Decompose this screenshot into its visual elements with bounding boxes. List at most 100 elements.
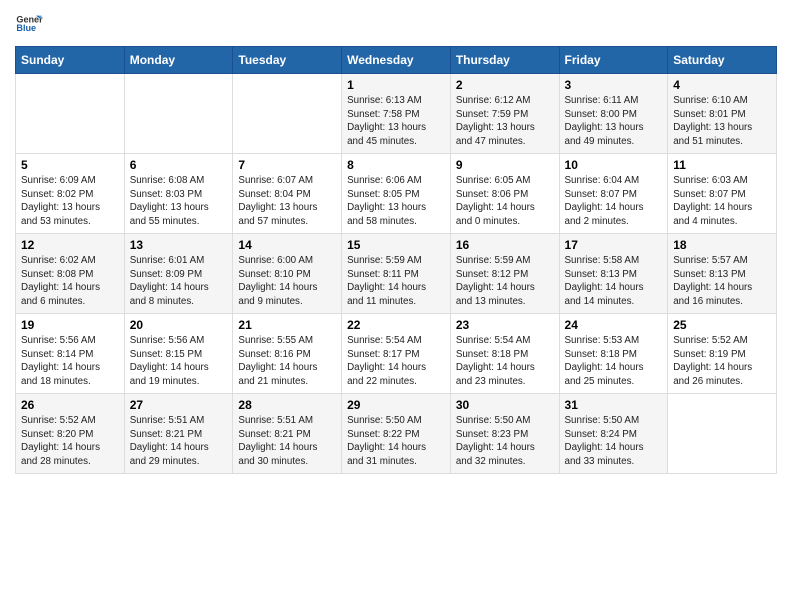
- calendar-cell: [16, 74, 125, 154]
- calendar-cell: 18Sunrise: 5:57 AMSunset: 8:13 PMDayligh…: [668, 234, 777, 314]
- day-info: Sunrise: 5:54 AMSunset: 8:18 PMDaylight:…: [456, 334, 554, 389]
- header-thursday: Thursday: [450, 47, 559, 74]
- day-info: Sunrise: 5:50 AMSunset: 8:22 PMDaylight:…: [347, 414, 445, 469]
- day-info: Sunrise: 6:02 AMSunset: 8:08 PMDaylight:…: [21, 254, 119, 309]
- day-info: Sunrise: 5:53 AMSunset: 8:18 PMDaylight:…: [565, 334, 663, 389]
- calendar-cell: 8Sunrise: 6:06 AMSunset: 8:05 PMDaylight…: [342, 154, 451, 234]
- week-row-3: 12 Sunrise: 6:02 AMSunset: 8:08 PMDayligh…: [16, 234, 777, 314]
- svg-text:Blue: Blue: [16, 23, 36, 33]
- calendar-cell: 10 Sunrise: 6:04 AMSunset: 8:07 PMDayligh…: [559, 154, 668, 234]
- calendar-header: SundayMondayTuesdayWednesdayThursdayFrid…: [16, 47, 777, 74]
- day-number: 19: [21, 318, 119, 332]
- header-row: SundayMondayTuesdayWednesdayThursdayFrid…: [16, 47, 777, 74]
- day-number: 17: [565, 238, 663, 252]
- week-row-5: 26 Sunrise: 5:52 AMSunset: 8:20 PMDayligh…: [16, 394, 777, 474]
- calendar-cell: 1Sunrise: 6:13 AMSunset: 7:58 PMDaylight…: [342, 74, 451, 154]
- calendar-cell: 6 Sunrise: 6:08 AMSunset: 8:03 PMDaylight…: [124, 154, 233, 234]
- calendar-cell: 26 Sunrise: 5:52 AMSunset: 8:20 PMDayligh…: [16, 394, 125, 474]
- day-info: Sunrise: 5:54 AMSunset: 8:17 PMDaylight:…: [347, 334, 445, 389]
- day-number: 29: [347, 398, 445, 412]
- day-info: Sunrise: 6:04 AMSunset: 8:07 PMDaylight:…: [565, 174, 663, 229]
- calendar-cell: 23 Sunrise: 5:54 AMSunset: 8:18 PMDayligh…: [450, 314, 559, 394]
- calendar-cell: 7 Sunrise: 6:07 AMSunset: 8:04 PMDaylight…: [233, 154, 342, 234]
- day-info: Sunrise: 5:56 AMSunset: 8:15 PMDaylight:…: [130, 334, 228, 389]
- day-info: Sunrise: 5:55 AMSunset: 8:16 PMDaylight:…: [238, 334, 336, 389]
- day-number: 28: [238, 398, 336, 412]
- calendar-cell: 31Sunrise: 5:50 AMSunset: 8:24 PMDayligh…: [559, 394, 668, 474]
- day-info: Sunrise: 6:09 AMSunset: 8:02 PMDaylight:…: [21, 174, 119, 229]
- calendar-table: SundayMondayTuesdayWednesdayThursdayFrid…: [15, 46, 777, 474]
- day-info: Sunrise: 5:59 AMSunset: 8:11 PMDaylight:…: [347, 254, 445, 309]
- day-info: Sunrise: 6:00 AMSunset: 8:10 PMDaylight:…: [238, 254, 336, 309]
- calendar-cell: 19 Sunrise: 5:56 AMSunset: 8:14 PMDayligh…: [16, 314, 125, 394]
- day-info: Sunrise: 5:50 AMSunset: 8:23 PMDaylight:…: [456, 414, 554, 469]
- calendar-cell: 30 Sunrise: 5:50 AMSunset: 8:23 PMDayligh…: [450, 394, 559, 474]
- day-number: 20: [130, 318, 228, 332]
- calendar-cell: 27 Sunrise: 5:51 AMSunset: 8:21 PMDayligh…: [124, 394, 233, 474]
- day-number: 26: [21, 398, 119, 412]
- day-info: Sunrise: 5:52 AMSunset: 8:19 PMDaylight:…: [673, 334, 771, 389]
- day-info: Sunrise: 6:03 AMSunset: 8:07 PMDaylight:…: [673, 174, 771, 229]
- day-info: Sunrise: 6:12 AMSunset: 7:59 PMDaylight:…: [456, 94, 554, 149]
- calendar-cell: 11 Sunrise: 6:03 AMSunset: 8:07 PMDayligh…: [668, 154, 777, 234]
- header-friday: Friday: [559, 47, 668, 74]
- day-number: 18: [673, 238, 771, 252]
- calendar-cell: 21 Sunrise: 5:55 AMSunset: 8:16 PMDayligh…: [233, 314, 342, 394]
- calendar-cell: 13Sunrise: 6:01 AMSunset: 8:09 PMDayligh…: [124, 234, 233, 314]
- header-wednesday: Wednesday: [342, 47, 451, 74]
- day-number: 22: [347, 318, 445, 332]
- calendar-cell: 12 Sunrise: 6:02 AMSunset: 8:08 PMDayligh…: [16, 234, 125, 314]
- logo: General Blue: [15, 10, 43, 38]
- day-number: 11: [673, 158, 771, 172]
- day-number: 2: [456, 78, 554, 92]
- day-info: Sunrise: 6:11 AMSunset: 8:00 PMDaylight:…: [565, 94, 663, 149]
- day-number: 3: [565, 78, 663, 92]
- day-number: 6: [130, 158, 228, 172]
- day-number: 9: [456, 158, 554, 172]
- calendar-cell: 3 Sunrise: 6:11 AMSunset: 8:00 PMDaylight…: [559, 74, 668, 154]
- day-info: Sunrise: 5:56 AMSunset: 8:14 PMDaylight:…: [21, 334, 119, 389]
- day-number: 10: [565, 158, 663, 172]
- calendar-cell: 5 Sunrise: 6:09 AMSunset: 8:02 PMDaylight…: [16, 154, 125, 234]
- day-number: 7: [238, 158, 336, 172]
- day-info: Sunrise: 5:50 AMSunset: 8:24 PMDaylight:…: [565, 414, 663, 469]
- calendar-cell: 14 Sunrise: 6:00 AMSunset: 8:10 PMDayligh…: [233, 234, 342, 314]
- day-number: 21: [238, 318, 336, 332]
- page-header: General Blue: [15, 10, 777, 38]
- day-number: 24: [565, 318, 663, 332]
- calendar-cell: 20 Sunrise: 5:56 AMSunset: 8:15 PMDayligh…: [124, 314, 233, 394]
- day-info: Sunrise: 5:58 AMSunset: 8:13 PMDaylight:…: [565, 254, 663, 309]
- day-number: 27: [130, 398, 228, 412]
- day-info: Sunrise: 5:51 AMSunset: 8:21 PMDaylight:…: [130, 414, 228, 469]
- header-monday: Monday: [124, 47, 233, 74]
- day-number: 4: [673, 78, 771, 92]
- day-number: 25: [673, 318, 771, 332]
- day-info: Sunrise: 5:52 AMSunset: 8:20 PMDaylight:…: [21, 414, 119, 469]
- day-number: 23: [456, 318, 554, 332]
- calendar-cell: 29 Sunrise: 5:50 AMSunset: 8:22 PMDayligh…: [342, 394, 451, 474]
- day-number: 5: [21, 158, 119, 172]
- day-number: 15: [347, 238, 445, 252]
- calendar-cell: 9 Sunrise: 6:05 AMSunset: 8:06 PMDaylight…: [450, 154, 559, 234]
- calendar-cell: 17 Sunrise: 5:58 AMSunset: 8:13 PMDayligh…: [559, 234, 668, 314]
- day-number: 12: [21, 238, 119, 252]
- calendar-cell: 22 Sunrise: 5:54 AMSunset: 8:17 PMDayligh…: [342, 314, 451, 394]
- calendar-cell: 2 Sunrise: 6:12 AMSunset: 7:59 PMDaylight…: [450, 74, 559, 154]
- calendar-cell: 28Sunrise: 5:51 AMSunset: 8:21 PMDayligh…: [233, 394, 342, 474]
- week-row-1: 1Sunrise: 6:13 AMSunset: 7:58 PMDaylight…: [16, 74, 777, 154]
- calendar-cell: [124, 74, 233, 154]
- day-number: 1: [347, 78, 445, 92]
- day-info: Sunrise: 6:05 AMSunset: 8:06 PMDaylight:…: [456, 174, 554, 229]
- calendar-cell: 4 Sunrise: 6:10 AMSunset: 8:01 PMDaylight…: [668, 74, 777, 154]
- header-saturday: Saturday: [668, 47, 777, 74]
- day-info: Sunrise: 6:08 AMSunset: 8:03 PMDaylight:…: [130, 174, 228, 229]
- day-info: Sunrise: 5:59 AMSunset: 8:12 PMDaylight:…: [456, 254, 554, 309]
- day-number: 30: [456, 398, 554, 412]
- day-number: 13: [130, 238, 228, 252]
- day-number: 14: [238, 238, 336, 252]
- calendar-cell: 15 Sunrise: 5:59 AMSunset: 8:11 PMDayligh…: [342, 234, 451, 314]
- day-info: Sunrise: 6:10 AMSunset: 8:01 PMDaylight:…: [673, 94, 771, 149]
- header-tuesday: Tuesday: [233, 47, 342, 74]
- day-info: Sunrise: 6:07 AMSunset: 8:04 PMDaylight:…: [238, 174, 336, 229]
- calendar-cell: [668, 394, 777, 474]
